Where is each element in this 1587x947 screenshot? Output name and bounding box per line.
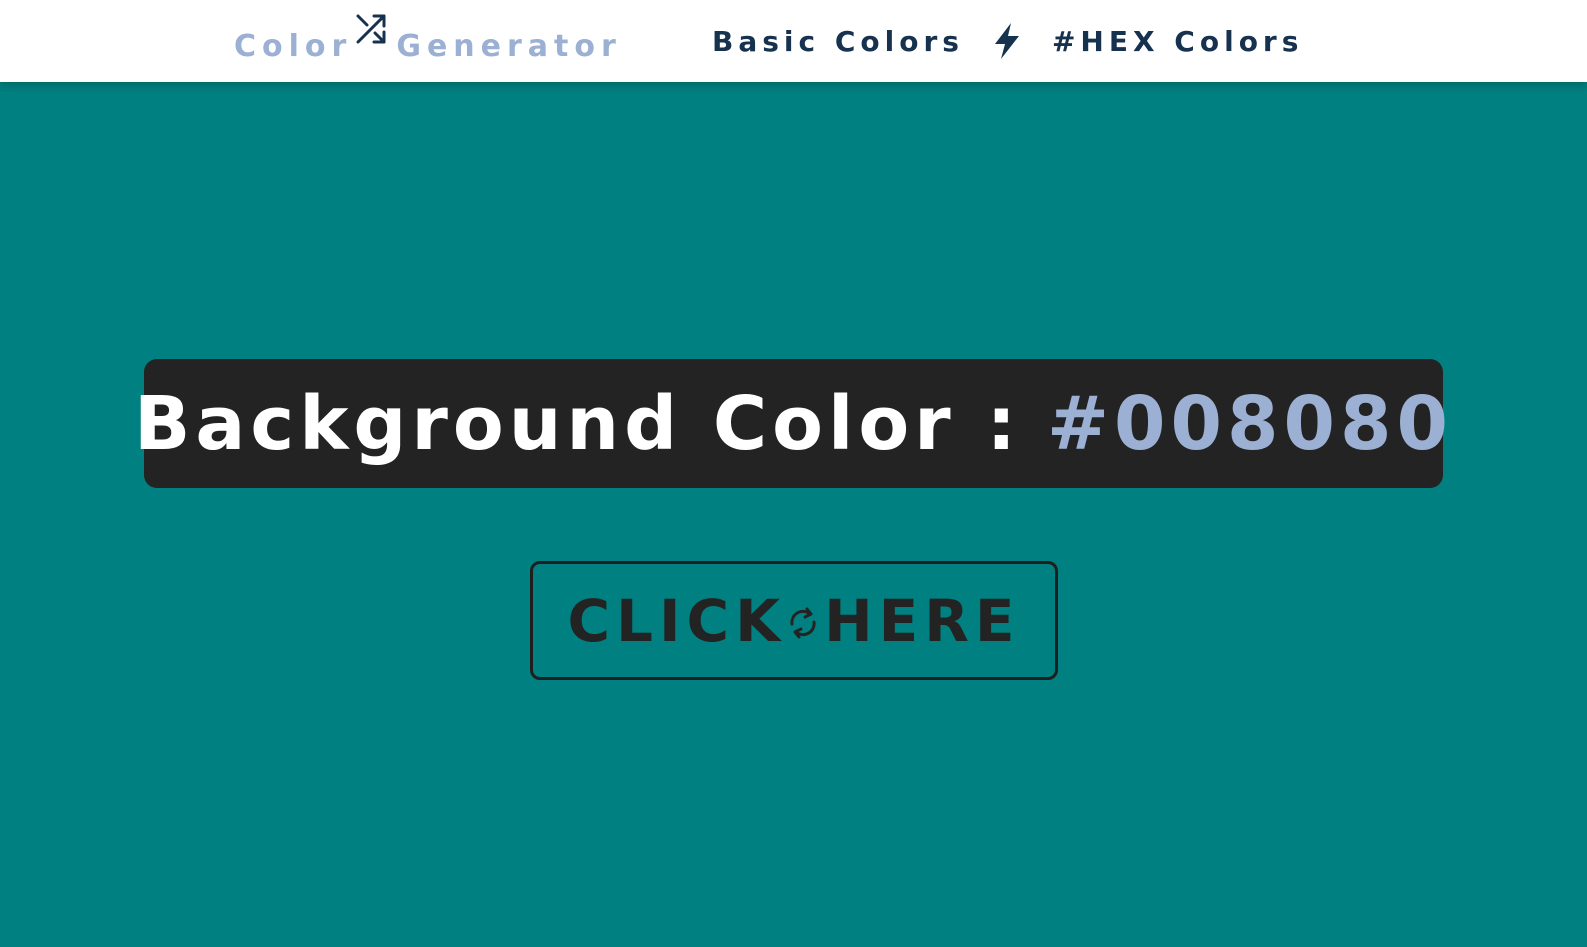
lightning-bolt-icon	[990, 22, 1024, 60]
brand-word-generator: Generator	[396, 28, 622, 64]
main-nav: Basic Colors #HEX Colors	[712, 0, 1303, 82]
nav-link-basic-colors[interactable]: Basic Colors	[712, 25, 964, 58]
brand-word-color: Color	[234, 28, 353, 64]
background-color-label: Background Color :	[134, 380, 1022, 467]
button-text-click: CLICK	[567, 586, 787, 655]
background-color-panel: Background Color : #008080	[134, 359, 1448, 488]
navbar: Color Generator Basic Colors #HEX Colors	[0, 0, 1587, 82]
brand-logo-link[interactable]: Color Generator	[234, 0, 622, 82]
background-color-hex-value: #008080	[1047, 380, 1453, 467]
shuffle-icon	[354, 12, 388, 46]
nav-link-hex-colors[interactable]: #HEX Colors	[1052, 25, 1303, 58]
button-text-here: HERE	[824, 586, 1021, 655]
refresh-icon	[786, 602, 820, 644]
generate-color-button[interactable]: CLICK HERE	[530, 561, 1058, 680]
